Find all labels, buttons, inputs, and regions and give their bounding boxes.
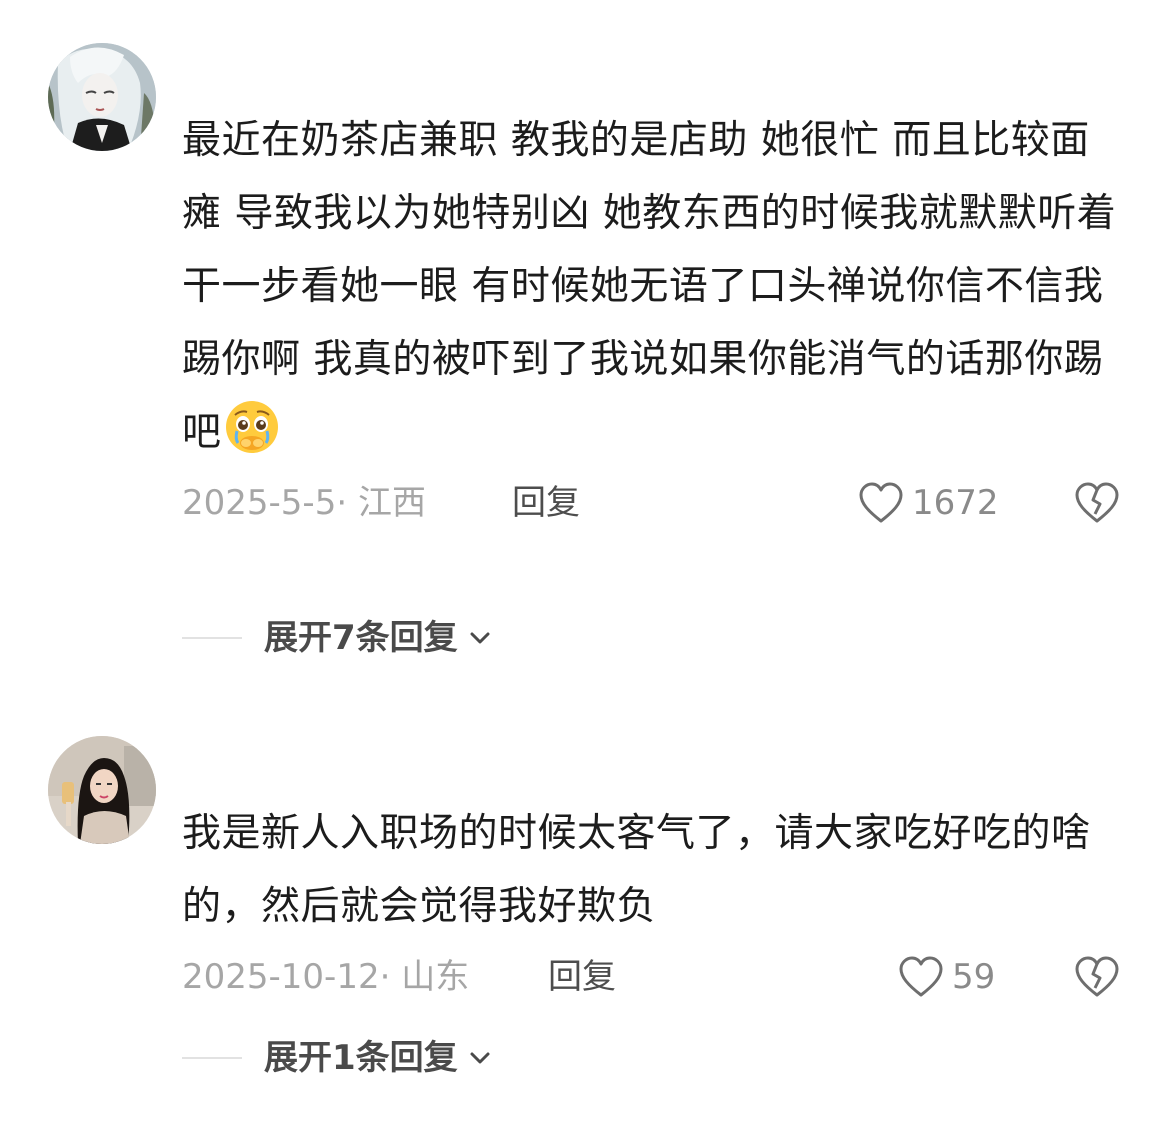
comment-date-location: 2025-10-12· 山东 <box>182 957 470 997</box>
comment-text: 最近在奶茶店兼职 教我的是店助 她很忙 而且比较面瘫 导致我以为她特别凶 她教东… <box>182 104 1127 469</box>
dislike-button[interactable] <box>1074 478 1120 528</box>
comment-meta: 2025-5-5· 江西 回复 1672 <box>182 478 1142 528</box>
user-avatar[interactable] <box>48 43 156 151</box>
comment-meta: 2025-10-12· 山东 回复 59 <box>182 952 1142 1002</box>
pleading-face-emoji <box>225 401 278 453</box>
expand-replies-button[interactable]: 展开7条回复 <box>182 613 494 663</box>
heart-icon <box>899 956 943 997</box>
expand-divider <box>182 1057 242 1059</box>
chevron-down-icon <box>470 1052 490 1064</box>
like-button[interactable]: 1672 <box>858 478 999 528</box>
reply-button[interactable]: 回复 <box>548 952 616 1002</box>
expand-divider <box>182 637 242 639</box>
anime-girl-avatar-image <box>48 43 156 151</box>
heart-icon <box>859 482 903 523</box>
like-count: 1672 <box>912 483 999 523</box>
comment-text-content: 最近在奶茶店兼职 教我的是店助 她很忙 而且比较面瘫 导致我以为她特别凶 她教东… <box>182 118 1117 455</box>
comment-date-location: 2025-5-5· 江西 <box>182 483 426 523</box>
dislike-button[interactable] <box>1074 952 1120 1002</box>
comment-text: 我是新人入职场的时候太客气了，请大家吃好吃的啥的，然后就会觉得我好欺负 <box>182 797 1127 943</box>
comment-text-content: 我是新人入职场的时候太客气了，请大家吃好吃的啥的，然后就会觉得我好欺负 <box>182 811 1091 929</box>
expand-replies-button[interactable]: 展开1条回复 <box>182 1033 494 1083</box>
reply-button[interactable]: 回复 <box>512 478 580 528</box>
chevron-down-icon <box>470 632 490 644</box>
broken-heart-icon <box>1075 482 1119 523</box>
like-button[interactable]: 59 <box>898 952 995 1002</box>
broken-heart-icon <box>1075 956 1119 997</box>
girl-photo-avatar-image <box>48 736 156 844</box>
user-avatar[interactable] <box>48 736 156 844</box>
expand-replies-label: 展开1条回复 <box>264 1038 458 1078</box>
expand-replies-label: 展开7条回复 <box>264 618 458 658</box>
like-count: 59 <box>952 957 996 997</box>
